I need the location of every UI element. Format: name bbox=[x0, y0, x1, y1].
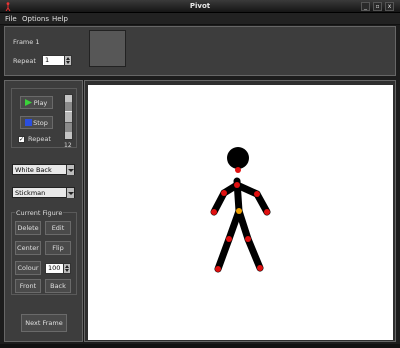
status-bar bbox=[0, 344, 400, 348]
colour-button[interactable]: Colour bbox=[15, 261, 41, 275]
joint-handle[interactable] bbox=[234, 182, 240, 188]
window-title: Pivot bbox=[189, 2, 211, 10]
repeat-label: Repeat bbox=[13, 57, 36, 65]
repeat-checkbox[interactable]: ✓ bbox=[18, 136, 25, 143]
joint-handle[interactable] bbox=[257, 265, 263, 271]
figure-right-shin[interactable] bbox=[244, 235, 264, 272]
joint-handle[interactable] bbox=[211, 209, 217, 215]
center-button[interactable]: Center bbox=[15, 241, 41, 255]
background-select-value: White Back bbox=[15, 166, 52, 174]
frame-repeat-stepper[interactable]: 1 bbox=[42, 55, 72, 66]
dropdown-arrow-icon[interactable] bbox=[66, 165, 74, 175]
canvas-area bbox=[84, 80, 396, 342]
back-button[interactable]: Back bbox=[45, 279, 71, 293]
edit-button[interactable]: Edit bbox=[45, 221, 71, 235]
joint-handle[interactable] bbox=[245, 236, 251, 242]
frame-repeat-value: 1 bbox=[45, 56, 50, 64]
frame-label: Frame 1 bbox=[13, 38, 40, 46]
stepper-arrows-icon[interactable] bbox=[63, 263, 71, 274]
stepper-arrows-icon[interactable] bbox=[64, 55, 72, 66]
tool-panel: Play Stop ✓ Repeat 12 White Back Stickma… bbox=[4, 80, 83, 342]
joint-handle[interactable] bbox=[215, 266, 221, 272]
figure-size-value: 100 bbox=[48, 264, 61, 272]
dropdown-arrow-icon[interactable] bbox=[66, 188, 74, 198]
maximize-button[interactable]: ▫ bbox=[373, 2, 382, 11]
playback-group: Play Stop ✓ Repeat 12 bbox=[11, 88, 77, 149]
scroll-down-icon[interactable] bbox=[65, 132, 72, 139]
scroll-up-icon[interactable] bbox=[65, 95, 72, 102]
front-button[interactable]: Front bbox=[15, 279, 41, 293]
stop-icon bbox=[25, 119, 32, 126]
minimize-button[interactable]: _ bbox=[361, 2, 370, 11]
next-frame-button[interactable]: Next Frame bbox=[21, 314, 67, 332]
figure-head[interactable] bbox=[227, 147, 249, 169]
figure-size-stepper[interactable]: 100 bbox=[45, 263, 71, 274]
joint-handle[interactable] bbox=[235, 167, 241, 173]
play-icon bbox=[25, 99, 32, 106]
figure-type-select-value: Stickman bbox=[15, 189, 46, 197]
joint-handle[interactable] bbox=[221, 190, 227, 196]
figure-right-thigh[interactable] bbox=[235, 207, 252, 243]
speed-slider-thumb[interactable] bbox=[65, 111, 72, 123]
menu-options[interactable]: Options bbox=[22, 15, 49, 23]
current-figure-title: Current Figure bbox=[15, 209, 64, 217]
close-button[interactable]: x bbox=[385, 2, 394, 11]
menu-file[interactable]: File bbox=[5, 15, 17, 23]
menu-help[interactable]: Help bbox=[52, 15, 68, 23]
frame-thumbnail[interactable] bbox=[89, 30, 126, 67]
title-bar: Pivot _ ▫ x bbox=[0, 0, 400, 13]
speed-value: 12 bbox=[64, 142, 72, 149]
animation-canvas[interactable] bbox=[88, 85, 393, 340]
figure-type-select[interactable]: Stickman bbox=[12, 187, 75, 198]
current-figure-group: Current Figure Delete Edit Center Flip C… bbox=[11, 209, 77, 295]
joint-handle[interactable] bbox=[264, 209, 270, 215]
joint-handle[interactable] bbox=[254, 191, 260, 197]
figure-left-shin[interactable] bbox=[214, 235, 233, 273]
flip-button[interactable]: Flip bbox=[45, 241, 71, 255]
stop-button[interactable]: Stop bbox=[20, 116, 53, 129]
figure-left-lower-arm[interactable] bbox=[210, 189, 228, 216]
delete-button[interactable]: Delete bbox=[15, 221, 41, 235]
figure-right-lower-arm[interactable] bbox=[253, 190, 271, 216]
background-select[interactable]: White Back bbox=[12, 164, 75, 175]
play-button[interactable]: Play bbox=[20, 96, 53, 109]
center-handle[interactable] bbox=[236, 208, 242, 214]
repeat-checkbox-label: Repeat bbox=[28, 135, 51, 143]
frame-bar: Frame 1 Repeat 1 bbox=[4, 26, 396, 76]
speed-scrollbar[interactable] bbox=[64, 94, 73, 140]
joint-handle[interactable] bbox=[226, 236, 232, 242]
menu-bar: File Options Help bbox=[0, 13, 400, 25]
stickman-figure[interactable] bbox=[88, 85, 393, 340]
